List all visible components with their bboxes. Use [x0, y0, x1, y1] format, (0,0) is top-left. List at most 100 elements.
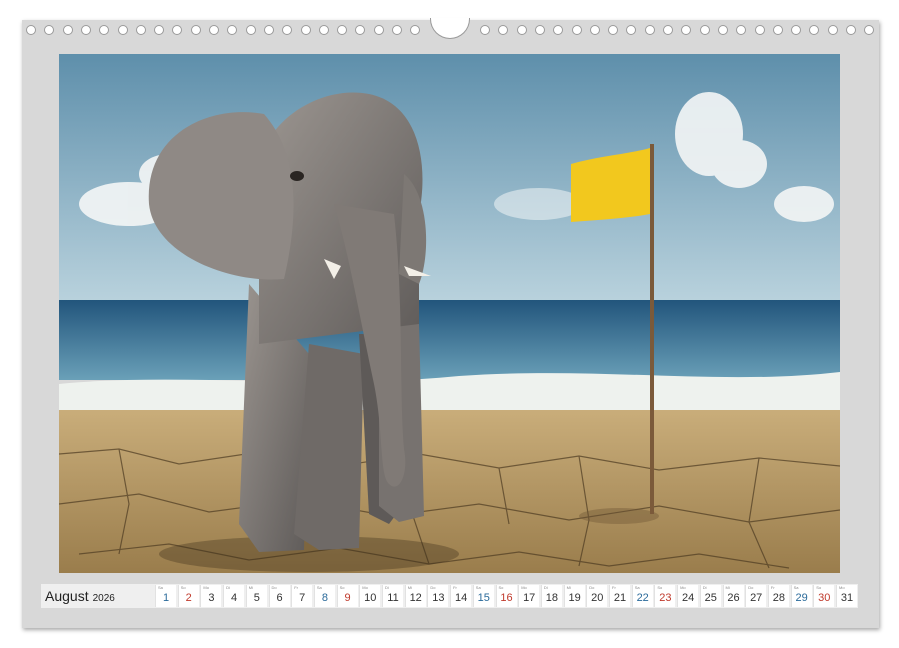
binding-hole — [355, 25, 366, 35]
binding-hole — [736, 25, 747, 35]
binding-hole — [809, 25, 820, 35]
binding-hole — [99, 25, 110, 35]
weekday-label: Sa — [475, 585, 481, 590]
binding-hole — [864, 25, 875, 35]
day-number: 25 — [704, 592, 717, 604]
weekday-label: Mo — [203, 585, 209, 590]
day-cell: Mo 10 — [359, 585, 381, 607]
photo-illustration — [59, 54, 840, 573]
day-cell: Fr 28 — [767, 585, 789, 607]
weekday-label: Di — [702, 585, 707, 590]
weekday-label: Do — [271, 585, 277, 590]
day-number: 21 — [613, 592, 627, 604]
day-number: 20 — [591, 592, 604, 604]
binding-hole — [663, 25, 673, 35]
binding-hole — [534, 25, 545, 35]
binding-hole — [681, 25, 692, 35]
weekday-label: Di — [385, 585, 389, 590]
weekday-label: Mi — [566, 585, 571, 590]
binding-hole — [846, 25, 856, 35]
day-number: 16 — [500, 592, 513, 604]
binding-hole — [772, 25, 783, 35]
day-number: 5 — [253, 592, 260, 604]
day-cell: Fr 21 — [609, 585, 630, 607]
weekday-label: Sa — [793, 585, 799, 590]
weekday-label: So — [339, 585, 345, 590]
day-number: 31 — [840, 592, 854, 604]
day-cell: So 16 — [495, 585, 517, 607]
day-number: 19 — [568, 592, 581, 604]
day-number: 7 — [299, 592, 306, 604]
weekday-label: Fr — [612, 585, 616, 590]
day-number: 23 — [659, 592, 672, 604]
day-cell: Sa 15 — [472, 585, 494, 607]
day-cell: Do 13 — [427, 585, 449, 607]
day-cell: Fr 14 — [450, 585, 472, 607]
weekday-label: Sa — [634, 585, 640, 590]
day-number: 9 — [344, 592, 351, 604]
day-cell: Mo 31 — [836, 585, 857, 607]
binding-hole — [117, 25, 128, 35]
binding-hole — [791, 25, 802, 35]
binding-hole — [300, 25, 311, 35]
day-cell: Do 6 — [268, 585, 290, 607]
weekday-label: Di — [543, 585, 548, 590]
day-cell: Mo 17 — [518, 585, 540, 607]
month-title: August 2026 — [45, 586, 115, 606]
weekday-label: Mi — [248, 585, 254, 590]
month-name: August — [45, 588, 89, 604]
sea — [59, 300, 840, 380]
binding-hole — [227, 25, 238, 35]
day-number: 14 — [454, 592, 468, 604]
binding-hole — [699, 25, 710, 35]
weekday-label: Di — [226, 585, 230, 590]
weekday-label: Do — [748, 585, 754, 590]
day-number: 6 — [276, 592, 283, 604]
day-cell: Mi 26 — [722, 585, 744, 607]
weekday-label: Mo — [680, 585, 686, 590]
day-cell: Do 27 — [745, 585, 767, 607]
day-cell: So 9 — [336, 585, 358, 607]
binding-hole — [410, 25, 421, 35]
day-cell: Mi 5 — [245, 585, 267, 607]
day-number: 13 — [432, 592, 445, 604]
binding-hole — [318, 25, 329, 35]
day-number: 29 — [795, 592, 808, 604]
day-cell: Sa 29 — [790, 585, 812, 607]
day-number: 3 — [208, 592, 215, 604]
day-cell: So 30 — [813, 585, 835, 607]
day-number: 18 — [545, 592, 559, 604]
weekday-label: Mo — [521, 585, 527, 590]
binding-hole — [516, 25, 527, 35]
calendar-page: August 2026 Sa 1 So 2 Mo 3 Di 4 Mi 5 Do 6 Fr 7 Sa 8 So 9 Mo… — [22, 18, 879, 628]
binding-hole — [263, 25, 274, 35]
binding-hole — [498, 25, 509, 35]
weekday-label: Mi — [407, 585, 412, 590]
day-cell: Di 18 — [540, 585, 562, 607]
day-number: 26 — [727, 592, 740, 604]
binding-hole — [209, 25, 219, 35]
binding-hole — [154, 25, 165, 35]
day-cell: Sa 8 — [313, 585, 335, 607]
day-cell: Mi 19 — [563, 585, 585, 607]
weekday-label: Sa — [158, 585, 163, 590]
binding-hole — [553, 25, 564, 35]
day-number: 17 — [523, 592, 536, 604]
day-number: 22 — [636, 592, 649, 604]
day-cell: Do 20 — [586, 585, 608, 607]
binding-hole — [717, 25, 728, 35]
binding-hole — [626, 25, 637, 35]
elephant-beach-photo — [59, 54, 840, 573]
binding-hole — [190, 25, 201, 35]
binding-hole — [337, 25, 348, 35]
weekday-label: Fr — [770, 585, 775, 590]
day-number: 27 — [750, 592, 763, 604]
binding-hole — [827, 25, 838, 35]
day-number: 28 — [772, 592, 786, 604]
year: 2026 — [92, 593, 115, 604]
weekday-label: Mo — [362, 585, 368, 590]
day-cell: Di 25 — [699, 585, 721, 607]
day-number: 11 — [387, 592, 399, 604]
day-number: 1 — [162, 592, 170, 604]
weekday-label: So — [180, 585, 186, 590]
